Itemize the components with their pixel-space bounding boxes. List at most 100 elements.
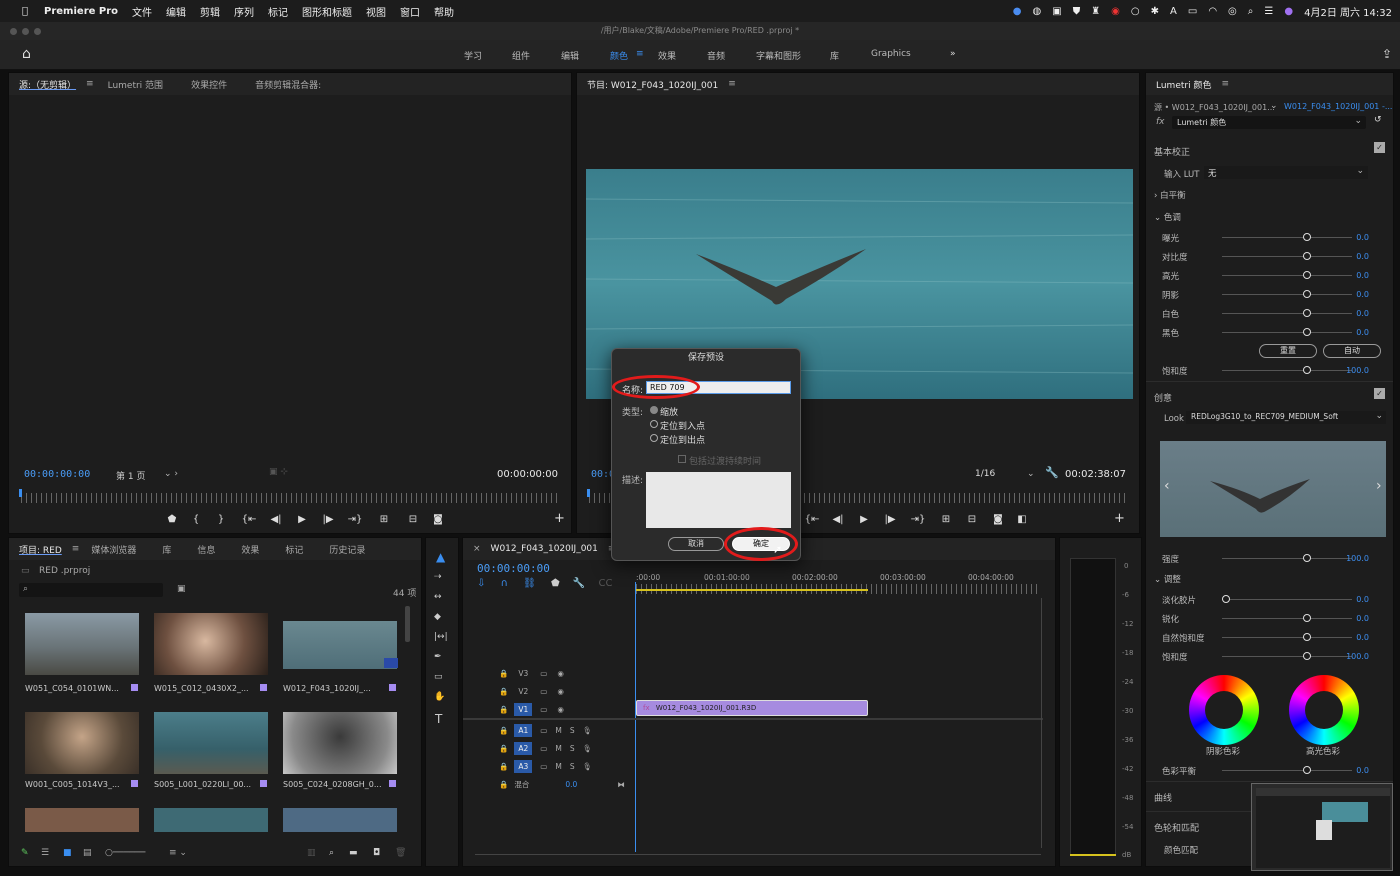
slip-tool-icon[interactable]: |↔|: [434, 632, 448, 642]
tab-project[interactable]: 项目: RED: [19, 543, 62, 556]
track-mix[interactable]: 🔒 混合 0.0 ⧓: [463, 776, 633, 793]
tone-toggle[interactable]: ⌄ 色调: [1154, 211, 1181, 223]
selection-tool-icon[interactable]: ▲: [436, 550, 445, 564]
source-timecode[interactable]: 00:00:00:00: [24, 469, 90, 480]
hand-tool-icon[interactable]: ✋: [434, 692, 445, 702]
slider-intensity[interactable]: 强度 100.0: [1162, 549, 1383, 568]
program-title[interactable]: 节目: W012_F043_1020IJ_001: [587, 78, 718, 91]
ws-tab-graphics[interactable]: Graphics: [871, 49, 911, 59]
new-item-icon[interactable]: ◘: [373, 848, 380, 858]
auto-button[interactable]: 自动: [1323, 344, 1381, 358]
ws-tab-effects[interactable]: 效果: [658, 49, 676, 62]
more-workspaces-icon[interactable]: »: [950, 49, 956, 59]
go-to-out-icon[interactable]: ⇥}: [903, 514, 933, 525]
close-sequence-icon[interactable]: ×: [473, 544, 481, 554]
icon-view-icon[interactable]: ■: [63, 848, 72, 858]
effect-select[interactable]: Lumetri 颜色 ⌄: [1172, 116, 1366, 129]
project-thumb-6[interactable]: [283, 712, 397, 774]
slider-vibrance[interactable]: 自然饱和度 0.0: [1162, 628, 1383, 647]
tab-project-menu-icon[interactable]: ≡: [72, 544, 80, 554]
menu-sequence[interactable]: 序列: [234, 4, 254, 19]
section-creative[interactable]: 创意: [1154, 391, 1172, 404]
rectangle-tool-icon[interactable]: ▭: [434, 672, 443, 682]
color-match-label[interactable]: 颜色匹配: [1164, 844, 1198, 856]
pencil-icon[interactable]: ✎: [21, 848, 29, 858]
share-icon[interactable]: ⇪: [1382, 47, 1392, 61]
ws-tab-color-menu-icon[interactable]: ≡: [636, 49, 644, 59]
track-select-tool-icon[interactable]: ⇢: [434, 572, 442, 582]
slider-contrast[interactable]: 对比度 0.0: [1162, 247, 1383, 266]
step-forward-icon[interactable]: |▶: [877, 514, 903, 525]
ripple-edit-tool-icon[interactable]: ↔: [434, 592, 442, 602]
shadow-tint-wheel[interactable]: [1189, 675, 1259, 745]
project-item-name[interactable]: S005_C024_0208GH_0...: [283, 780, 382, 789]
timeline-hscroll[interactable]: [475, 854, 1041, 855]
tab-effects[interactable]: 效果: [241, 543, 259, 556]
slider-highlights[interactable]: 高光 0.0: [1162, 266, 1383, 285]
track-v2[interactable]: 🔒 V2 ▭ ◉: [463, 683, 633, 700]
export-frame-icon[interactable]: ◙: [427, 514, 449, 525]
slider-tint-balance[interactable]: 色彩平衡 0.0: [1162, 761, 1383, 780]
ws-tab-learn[interactable]: 学习: [464, 49, 482, 62]
mark-in-icon[interactable]: {: [185, 514, 207, 525]
lift-icon[interactable]: ⊞: [933, 514, 959, 525]
find-icon[interactable]: ⌕: [329, 848, 334, 858]
automate-icon[interactable]: ▥: [307, 848, 316, 858]
project-item-name[interactable]: W051_C054_0101WN...: [25, 684, 119, 693]
ws-tab-captions[interactable]: 字幕和图形: [756, 49, 801, 62]
include-transition-checkbox[interactable]: [678, 455, 686, 463]
section-basic-correction[interactable]: 基本校正: [1154, 145, 1190, 158]
tab-libraries[interactable]: 库: [162, 543, 171, 556]
type-radio-anchor-out[interactable]: [650, 434, 658, 442]
freeform-view-icon[interactable]: ▤: [83, 848, 92, 858]
linked-selection-icon[interactable]: ⛓: [523, 578, 536, 589]
source-clip-select[interactable]: 源 • W012_F043_1020IJ_001...: [1154, 102, 1275, 113]
track-divider[interactable]: [463, 718, 1043, 720]
tab-markers[interactable]: 标记: [285, 543, 303, 556]
sequence-clip-select[interactable]: W012_F043_1020IJ_001 -...: [1284, 102, 1392, 111]
slider-shadows[interactable]: 阴影 0.0: [1162, 285, 1383, 304]
menu-clip[interactable]: 剪辑: [200, 4, 220, 19]
slider-faded-film[interactable]: 淡化胶片 0.0: [1162, 590, 1383, 609]
go-to-out-icon[interactable]: ⇥}: [341, 514, 369, 525]
siri-icon[interactable]: ●: [1284, 6, 1293, 17]
comparison-view-icon[interactable]: ◧: [1011, 514, 1033, 525]
source-page-select[interactable]: 第 1 页: [116, 469, 145, 482]
lumetri-title[interactable]: Lumetri 颜色: [1156, 78, 1211, 91]
battery-icon[interactable]: ▭: [1188, 6, 1197, 17]
lumetri-menu-icon[interactable]: ≡: [1221, 79, 1229, 89]
track-a1[interactable]: 🔒 A1 ▭ M S 🎙: [463, 722, 633, 739]
tab-effect-controls[interactable]: 效果控件: [191, 78, 227, 91]
menu-file[interactable]: 文件: [132, 4, 152, 19]
tab-media-browser[interactable]: 媒体浏览器: [91, 543, 136, 556]
menu-view[interactable]: 视图: [366, 4, 386, 19]
program-playhead[interactable]: [587, 489, 590, 497]
project-thumb-7[interactable]: [25, 808, 139, 832]
track-v3[interactable]: 🔒 V3 ▭ ◉: [463, 665, 633, 682]
project-item-name[interactable]: S005_L001_0220LI_00...: [154, 780, 251, 789]
add-marker-icon[interactable]: ⬟: [159, 514, 185, 525]
tab-source-menu-icon[interactable]: ≡: [86, 79, 94, 89]
input-source-icon[interactable]: A: [1170, 6, 1177, 17]
menu-app-name[interactable]: Premiere Pro: [44, 6, 118, 17]
basic-correction-checkbox[interactable]: ✓: [1374, 142, 1385, 153]
reset-button[interactable]: 重置: [1259, 344, 1317, 358]
step-forward-icon[interactable]: |▶: [315, 514, 341, 525]
extract-icon[interactable]: ⊟: [959, 514, 985, 525]
track-a3[interactable]: 🔒 A3 ▭ M S 🎙: [463, 758, 633, 775]
screen-preview-thumbnail[interactable]: [1251, 783, 1393, 871]
binoculars-icon[interactable]: ♜: [1091, 6, 1100, 17]
chevron-down-icon[interactable]: ⌄ ›: [164, 469, 178, 479]
label-color-icon[interactable]: [131, 780, 138, 787]
timeline-timecode[interactable]: 00:00:00:00: [477, 562, 550, 575]
insert-nest-icon[interactable]: ⇩: [477, 578, 485, 589]
project-thumb-9[interactable]: [283, 808, 397, 832]
ws-tab-assembly[interactable]: 组件: [512, 49, 530, 62]
zoom-window-button[interactable]: [34, 28, 41, 35]
wechat-icon[interactable]: ◍: [1033, 6, 1042, 17]
look-next-icon[interactable]: ›: [1376, 478, 1382, 494]
label-color-icon[interactable]: [260, 684, 267, 691]
export-frame-icon[interactable]: ◙: [985, 514, 1011, 525]
step-back-icon[interactable]: ◀|: [825, 514, 851, 525]
menu-window[interactable]: 窗口: [400, 4, 420, 19]
